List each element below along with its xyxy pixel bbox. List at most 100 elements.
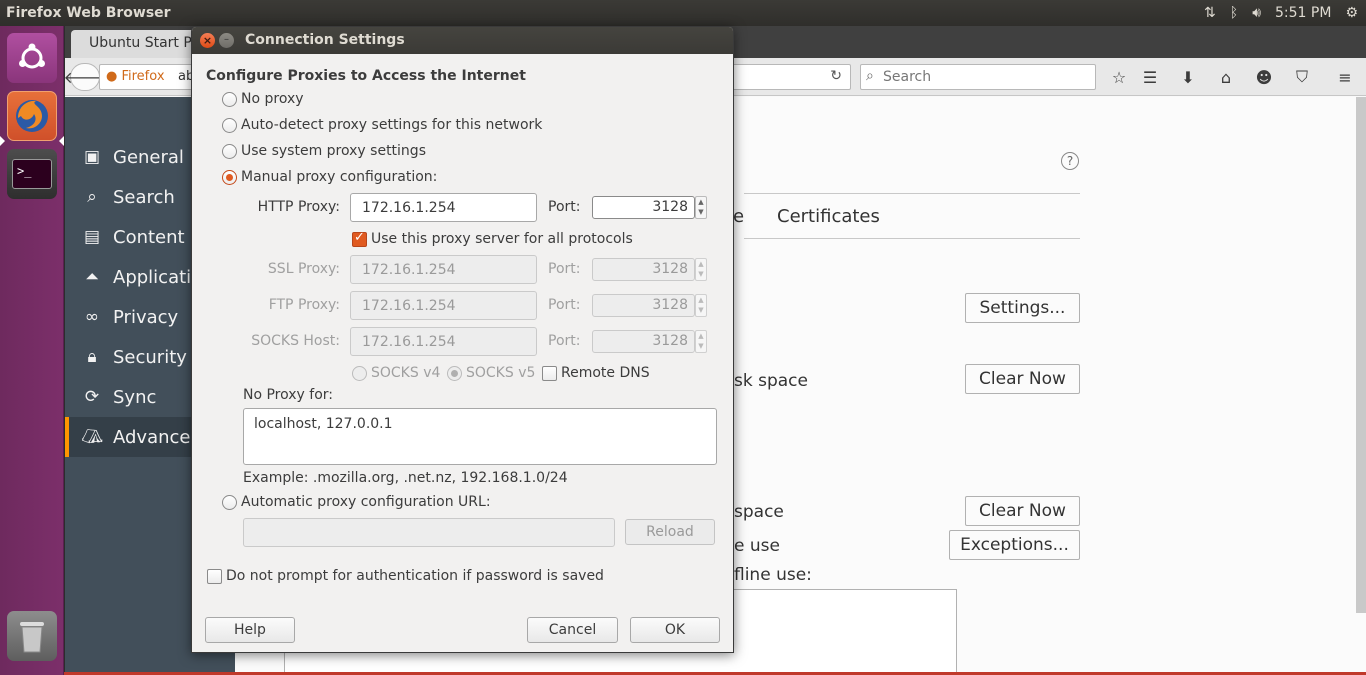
radio-label: SOCKS v4 [371, 365, 441, 381]
bluetooth-icon[interactable]: ᛒ [1230, 5, 1238, 21]
checkbox-label: Remote DNS [561, 365, 650, 381]
scrollbar[interactable] [1356, 97, 1366, 613]
radio-button[interactable] [352, 365, 367, 381]
category-label: Advanced [113, 426, 202, 448]
disk-space-text: space [734, 502, 784, 522]
cancel-button[interactable]: Cancel [527, 617, 618, 643]
http-proxy-field[interactable]: 172.16.1.254 [350, 193, 537, 222]
search-input[interactable] [883, 67, 1083, 87]
socks-v5-radio[interactable]: SOCKS v5 [447, 365, 535, 381]
disk-space-text: sk space [734, 371, 808, 391]
no-prompt-auth-checkbox[interactable]: Do not prompt for authentication if pass… [207, 568, 604, 584]
menu-icon[interactable]: ≡ [1334, 66, 1356, 88]
downloads-icon[interactable]: ⬇ [1177, 66, 1199, 88]
exceptions-button[interactable]: Exceptions... [949, 530, 1080, 560]
connection-settings-dialog: × – Connection Settings Configure Proxie… [191, 26, 734, 653]
radio-button[interactable] [222, 169, 237, 185]
radio-label: Manual proxy configuration: [241, 169, 438, 185]
checkbox[interactable] [207, 568, 222, 584]
network-arrows-icon[interactable]: ⇅ [1204, 5, 1216, 21]
ok-button[interactable]: OK [630, 617, 720, 643]
ftp-port-field[interactable]: 3128 [592, 294, 695, 317]
category-label: Content [113, 226, 185, 248]
dialog-heading: Configure Proxies to Access the Internet [206, 68, 526, 84]
divider [744, 238, 1080, 239]
clear-now-button[interactable]: Clear Now [965, 496, 1080, 526]
volume-icon[interactable]: 🔊︎ [1252, 5, 1261, 21]
privacy-mask-icon: ∞ [84, 307, 100, 327]
port-spinner[interactable]: ▲ ▼ [695, 196, 707, 219]
port-spinner[interactable]: ▲ ▼ [695, 258, 707, 281]
remote-dns-checkbox[interactable]: Remote DNS [542, 365, 650, 381]
port-spinner[interactable]: ▲ ▼ [695, 294, 707, 317]
http-port-field[interactable]: 3128 [592, 196, 695, 219]
launcher: >_ [0, 26, 64, 675]
use-for-all-checkbox[interactable]: Use this proxy server for all protocols [352, 230, 633, 247]
minimize-icon[interactable]: – [219, 33, 234, 48]
home-icon[interactable]: ⌂ [1215, 66, 1237, 88]
tab-certificates[interactable]: Certificates [777, 206, 880, 227]
port-label: Port: [548, 199, 581, 215]
ssl-proxy-field[interactable]: 172.16.1.254 [350, 255, 537, 284]
bookmark-star-icon[interactable]: ☆ [1108, 66, 1130, 88]
manual-proxy-radio[interactable]: Manual proxy configuration: [222, 169, 437, 185]
auto-url-field[interactable] [243, 518, 615, 547]
tab-title: Ubuntu Start P [89, 35, 192, 51]
radio-button[interactable] [222, 117, 237, 133]
advanced-wizard-icon: ⛺︎ [81, 427, 103, 447]
clear-now-button[interactable]: Clear Now [965, 364, 1080, 394]
dialog-titlebar[interactable]: × – Connection Settings [192, 27, 733, 54]
reload-icon[interactable]: ↻ [830, 68, 842, 84]
back-button[interactable]: 🡐 [64, 63, 106, 91]
search-bar[interactable]: ⌕ [860, 64, 1096, 90]
general-icon: ▣ [83, 147, 101, 167]
settings-button[interactable]: Settings... [965, 293, 1080, 323]
hello-chat-icon[interactable]: ☻ [1253, 66, 1275, 88]
identity-box[interactable]: ● Firefox [106, 69, 165, 84]
divider [744, 193, 1080, 194]
radio-label: Use system proxy settings [241, 143, 426, 159]
checkbox[interactable] [352, 230, 367, 247]
pocket-icon[interactable]: ⛉ [1291, 66, 1313, 88]
checkbox-label: Do not prompt for authentication if pass… [226, 568, 604, 584]
radio-button[interactable] [222, 494, 237, 510]
ssl-port-field[interactable]: 3128 [592, 258, 695, 281]
search-icon: ⌕ [87, 187, 97, 207]
close-icon[interactable]: × [200, 33, 215, 48]
no-proxy-for-textarea[interactable]: localhost, 127.0.0.1 [243, 408, 717, 465]
system-proxy-radio[interactable]: Use system proxy settings [222, 143, 426, 159]
ubuntu-dash-icon[interactable] [7, 33, 57, 83]
gear-icon[interactable]: ⚙ [1345, 5, 1358, 21]
no-proxy-radio[interactable]: No proxy [222, 91, 304, 107]
socks-v4-radio[interactable]: SOCKS v4 [352, 365, 440, 381]
http-proxy-label: HTTP Proxy: [257, 199, 340, 215]
bookmarks-list-icon[interactable]: ☰ [1139, 66, 1161, 88]
dialog-title: Connection Settings [245, 32, 405, 48]
auto-detect-radio[interactable]: Auto-detect proxy settings for this netw… [222, 117, 542, 133]
terminal-icon[interactable]: >_ [7, 149, 57, 199]
trash-icon[interactable] [7, 611, 57, 661]
category-label: Privacy [113, 306, 179, 328]
indicator-area: ⇅ ᛒ 🔊︎ 5:51 PM ⚙ [1204, 0, 1358, 26]
tab-partial[interactable]: e [733, 206, 744, 227]
socks-host-field[interactable]: 172.16.1.254 [350, 327, 537, 356]
reload-button[interactable]: Reload [625, 519, 715, 545]
offline-use-text: fline use: [734, 565, 812, 585]
port-spinner[interactable]: ▲ ▼ [695, 330, 707, 353]
auto-url-radio[interactable]: Automatic proxy configuration URL: [222, 494, 491, 510]
help-button[interactable]: Help [205, 617, 295, 643]
radio-button[interactable] [447, 365, 462, 381]
checkbox[interactable] [542, 365, 557, 381]
socks-port-field[interactable]: 3128 [592, 330, 695, 353]
radio-button[interactable] [222, 143, 237, 159]
ftp-proxy-field[interactable]: 172.16.1.254 [350, 291, 537, 320]
category-label: Applicati [113, 266, 192, 288]
focused-indicator-icon [59, 136, 64, 146]
category-label: General [113, 146, 184, 168]
radio-label: Automatic proxy configuration URL: [241, 494, 491, 510]
clock[interactable]: 5:51 PM [1275, 5, 1331, 21]
help-icon[interactable]: ? [1061, 152, 1079, 170]
firefox-icon[interactable] [7, 91, 57, 141]
checkbox-label: Use this proxy server for all protocols [371, 231, 633, 247]
radio-button[interactable] [222, 91, 237, 107]
